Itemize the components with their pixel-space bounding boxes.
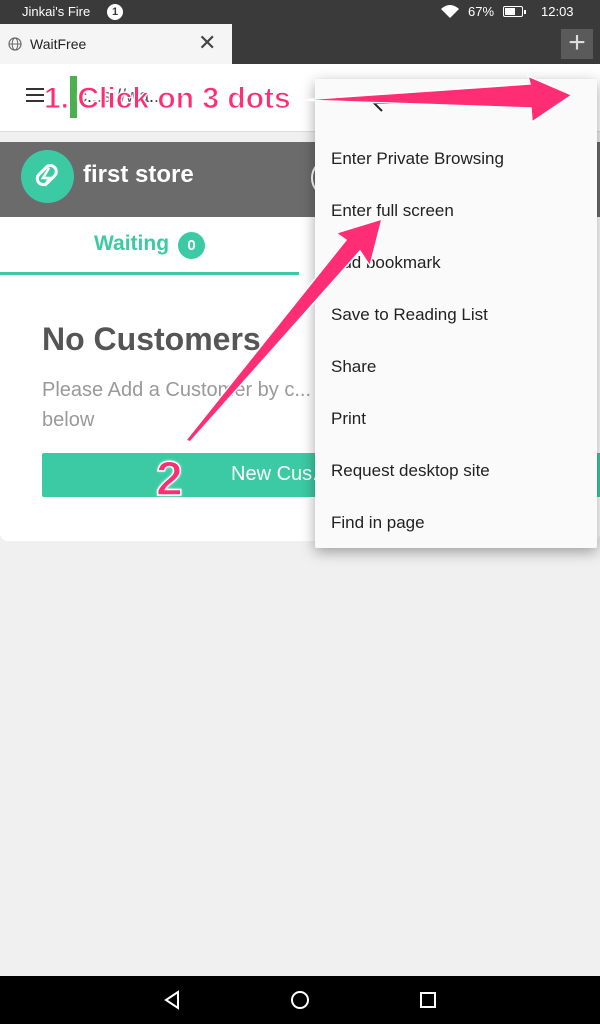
menu-item-find-in-page[interactable]: Find in page [331,513,425,533]
recents-nav-icon[interactable] [416,988,440,1012]
notification-badge: 1 [107,4,123,20]
menu-item-private-browsing[interactable]: Enter Private Browsing [331,149,504,169]
back-nav-icon[interactable] [160,988,184,1012]
menu-item-add-bookmark[interactable]: Add bookmark [331,253,441,273]
back-arrow-icon[interactable] [371,93,399,118]
clock: 12:03 [541,4,574,19]
close-tab-icon[interactable]: ✕ [198,31,216,55]
menu-item-reading-list[interactable]: Save to Reading List [331,305,488,325]
tab-title: WaitFree [30,36,87,52]
status-bar: Jinkai's Fire 1 67% 12:03 [0,0,600,24]
battery-icon [503,6,526,17]
browser-tab[interactable]: WaitFree ✕ [0,24,232,64]
overflow-menu: Enter Private Browsing Enter full screen… [315,79,597,548]
menu-item-full-screen[interactable]: Enter full screen [331,201,454,221]
tab-waiting[interactable]: Waiting 0 [0,217,299,275]
battery-percent: 67% [468,4,495,19]
waiting-count-badge: 0 [178,232,205,259]
tab-strip: WaitFree ✕ + [0,24,600,64]
globe-icon [8,37,22,56]
wifi-icon [440,4,460,22]
empty-title: No Customers [42,321,261,357]
new-tab-button[interactable]: + [561,28,593,59]
menu-item-print[interactable]: Print [331,409,366,429]
store-logo [21,150,74,203]
empty-hint: Please Add a Customer by c... below [42,379,312,431]
home-nav-icon[interactable] [288,988,312,1012]
annotation-step-1: 1. Click on 3 dots [44,82,292,116]
menu-item-desktop-site[interactable]: Request desktop site [331,461,490,481]
device-name: Jinkai's Fire [22,4,91,19]
menu-item-share[interactable]: Share [331,357,376,377]
tab-waiting-label: Waiting [94,232,170,255]
store-name: first store [83,161,194,188]
navigation-bar [0,976,600,1024]
annotation-step-2: 2 [155,452,183,507]
hamburger-icon[interactable] [26,88,44,107]
